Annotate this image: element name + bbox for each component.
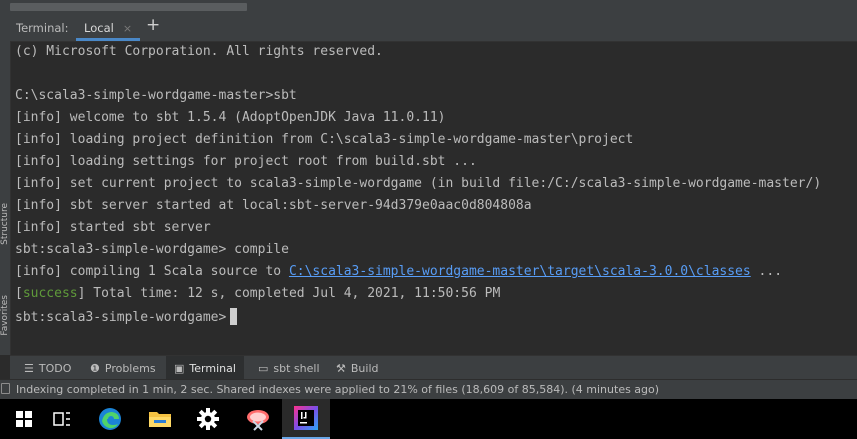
intellij-icon (294, 406, 318, 430)
terminal-panel-title: Terminal: (16, 21, 69, 35)
compile-info-suffix: ... (750, 264, 783, 279)
sbt-shell-tool-button[interactable]: ▭ sbt shell (254, 356, 324, 380)
terminal-line: [info] set current project to scala3-sim… (15, 176, 822, 191)
terminal-label: Terminal (189, 361, 236, 375)
sbt-shell-label: sbt shell (273, 361, 320, 375)
terminal-tool-button[interactable]: ▣ Terminal (166, 356, 244, 380)
add-tab-icon[interactable]: + (146, 15, 160, 35)
terminal-line: sbt:scala3-simple-wordgame> compile (15, 242, 289, 257)
success-tag: success (22, 286, 78, 301)
status-message[interactable]: Indexing completed in 1 min, 2 sec. Shar… (16, 383, 659, 396)
terminal-line: [success] Total time: 12 s, completed Ju… (15, 286, 501, 301)
compile-info-text: [info] compiling 1 Scala source to (15, 264, 289, 279)
edge-taskbar-button[interactable] (86, 399, 134, 439)
folder-icon (149, 412, 171, 427)
status-bar: Indexing completed in 1 min, 2 sec. Shar… (0, 379, 857, 400)
tool-window-bar: ☰ TODO ❶ Problems ▣ Terminal ▭ sbt shell… (10, 355, 857, 380)
top-scrollbar[interactable] (0, 0, 857, 13)
intellij-taskbar-button[interactable] (282, 399, 330, 439)
terminal-line: [info] started sbt server (15, 220, 211, 235)
problems-tool-button[interactable]: ❶ Problems (86, 356, 160, 380)
hammer-icon: ⚒ (336, 361, 346, 375)
snipping-icon (247, 410, 269, 431)
tab-local[interactable]: Local × (76, 13, 141, 41)
settings-taskbar-button[interactable] (184, 399, 232, 439)
edge-icon (99, 408, 121, 430)
todo-tool-button[interactable]: ☰ TODO (20, 356, 75, 380)
task-view-icon (53, 412, 70, 426)
windows-taskbar (0, 399, 857, 439)
terminal-tab-bar: Terminal: Local × + (10, 13, 857, 42)
console-icon: ▭ (258, 361, 269, 375)
file-explorer-taskbar-button[interactable] (136, 399, 184, 439)
tab-local-label: Local (84, 21, 114, 35)
build-tool-button[interactable]: ⚒ Build (332, 356, 383, 380)
task-view-button[interactable] (38, 399, 86, 439)
terminal-line: [info] welcome to sbt 1.5.4 (AdoptOpenJD… (15, 110, 446, 125)
gear-icon (197, 408, 219, 430)
terminal-line: [info] sbt server started at local:sbt-s… (15, 198, 532, 213)
problems-label: Problems (104, 361, 156, 375)
status-toggle-icon[interactable] (1, 383, 10, 394)
close-icon[interactable]: × (123, 22, 132, 35)
terminal-line: [info] loading settings for project root… (15, 154, 477, 169)
snipping-tool-taskbar-button[interactable] (234, 399, 282, 439)
terminal-output[interactable]: (c) Microsoft Corporation. All rights re… (11, 42, 857, 355)
terminal-line: [info] compiling 1 Scala source to C:\sc… (15, 264, 782, 280)
text-cursor (230, 308, 238, 325)
terminal-prompt-line[interactable]: sbt:scala3-simple-wordgame> (15, 308, 238, 326)
list-icon: ☰ (24, 361, 34, 375)
todo-label: TODO (38, 361, 72, 375)
left-tool-strip: Structure Favorites (0, 13, 11, 355)
windows-icon (16, 411, 32, 427)
favorites-tool-button[interactable]: Favorites (0, 295, 10, 336)
scrollbar-thumb[interactable] (10, 3, 247, 11)
build-label: Build (350, 361, 379, 375)
classes-path-link[interactable]: C:\scala3-simple-wordgame-master\target\… (289, 264, 751, 279)
terminal-line: [info] loading project definition from C… (15, 132, 634, 147)
terminal-line: (c) Microsoft Corporation. All rights re… (15, 44, 383, 59)
terminal-icon: ▣ (174, 361, 185, 375)
info-icon: ❶ (90, 361, 100, 375)
sbt-prompt: sbt:scala3-simple-wordgame> (15, 310, 227, 325)
structure-tool-button[interactable]: Structure (0, 203, 10, 245)
success-message: ] Total time: 12 s, completed Jul 4, 202… (77, 286, 501, 301)
terminal-line: C:\scala3-simple-wordgame-master>sbt (15, 88, 297, 103)
